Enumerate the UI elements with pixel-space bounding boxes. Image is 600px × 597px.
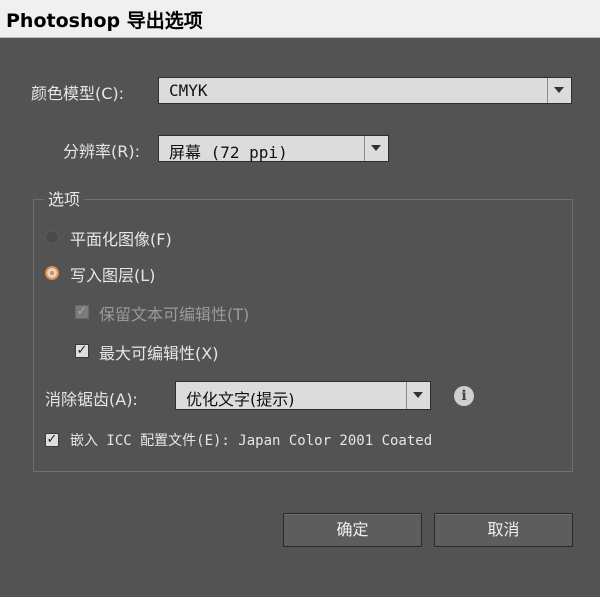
checkmark-icon: ✓: [76, 304, 88, 319]
window-title: Photoshop 导出选项: [0, 0, 600, 38]
resolution-value: 屏幕 (72 ppi): [169, 143, 288, 162]
cancel-button[interactable]: 取消: [434, 513, 573, 547]
resolution-label: 分辨率(R):: [63, 142, 140, 161]
checkmark-icon: ✓: [76, 343, 88, 358]
options-group-title: 选项: [44, 186, 85, 210]
antialias-label: 消除锯齿(A):: [45, 390, 138, 409]
max-editability-label[interactable]: 最大可编辑性(X): [99, 340, 218, 364]
write-layers-radio[interactable]: [45, 266, 59, 280]
color-model-select[interactable]: CMYK: [158, 77, 572, 104]
flat-image-radio[interactable]: [45, 230, 59, 244]
write-layers-label[interactable]: 写入图层(L): [70, 262, 155, 286]
chevron-down-icon[interactable]: [547, 78, 571, 103]
flat-image-label[interactable]: 平面化图像(F): [70, 226, 172, 250]
color-model-value: CMYK: [169, 81, 208, 100]
color-model-label: 颜色模型(C):: [31, 84, 125, 103]
chevron-down-icon[interactable]: [364, 136, 388, 161]
antialias-value: 优化文字(提示): [186, 390, 295, 409]
info-icon[interactable]: i: [454, 386, 474, 406]
embed-icc-checkbox[interactable]: ✓: [45, 433, 59, 447]
max-editability-checkbox[interactable]: ✓: [75, 344, 89, 358]
ok-button[interactable]: 确定: [283, 513, 422, 547]
preserve-text-checkbox[interactable]: ✓: [75, 305, 89, 319]
embed-icc-label[interactable]: 嵌入 ICC 配置文件(E): Japan Color 2001 Coated: [70, 430, 432, 450]
checkmark-icon: ✓: [46, 432, 58, 447]
chevron-down-icon[interactable]: [406, 382, 430, 409]
resolution-select[interactable]: 屏幕 (72 ppi): [158, 135, 389, 162]
preserve-text-label: 保留文本可编辑性(T): [99, 305, 250, 324]
antialias-select[interactable]: 优化文字(提示): [175, 381, 431, 410]
